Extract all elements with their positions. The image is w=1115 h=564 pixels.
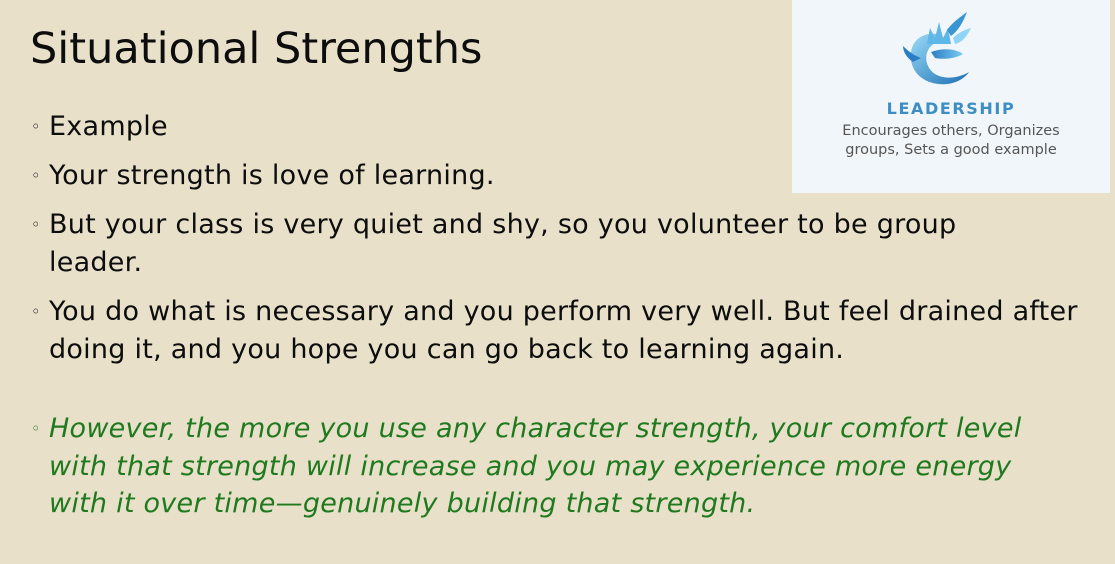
bullet-item-volunteer: ◦ But your class is very quiet and shy, … — [30, 206, 1100, 282]
leadership-description-line: groups, Sets a good example — [845, 142, 1057, 158]
bullet-text: You do what is necessary and you perform… — [49, 296, 1078, 365]
bullet-marker: ◦ — [31, 302, 41, 321]
slide-title: Situational Strengths — [30, 24, 483, 74]
bullet-marker: ◦ — [31, 166, 41, 185]
bullet-item-drained: ◦ You do what is necessary and you perfo… — [30, 293, 1100, 369]
bullet-marker: ◦ — [31, 419, 41, 438]
bullet-text: But your class is very quiet and shy, so… — [49, 209, 957, 278]
leadership-description: Encourages others, Organizes groups, Set… — [792, 122, 1110, 160]
bullet-marker: ◦ — [31, 215, 41, 234]
bullet-text: Example — [49, 111, 168, 142]
bullet-text: However, the more you use any character … — [49, 413, 1022, 519]
leadership-card: LEADERSHIP Encourages others, Organizes … — [792, 0, 1110, 193]
leadership-description-line: Encourages others, Organizes — [842, 123, 1060, 139]
leadership-heading: LEADERSHIP — [886, 99, 1016, 118]
bullet-text: Your strength is love of learning. — [49, 160, 495, 191]
bullet-marker: ◦ — [31, 117, 41, 136]
bullet-item-growth: ◦ However, the more you use any characte… — [30, 410, 1100, 523]
leadership-crown-icon — [903, 12, 971, 85]
